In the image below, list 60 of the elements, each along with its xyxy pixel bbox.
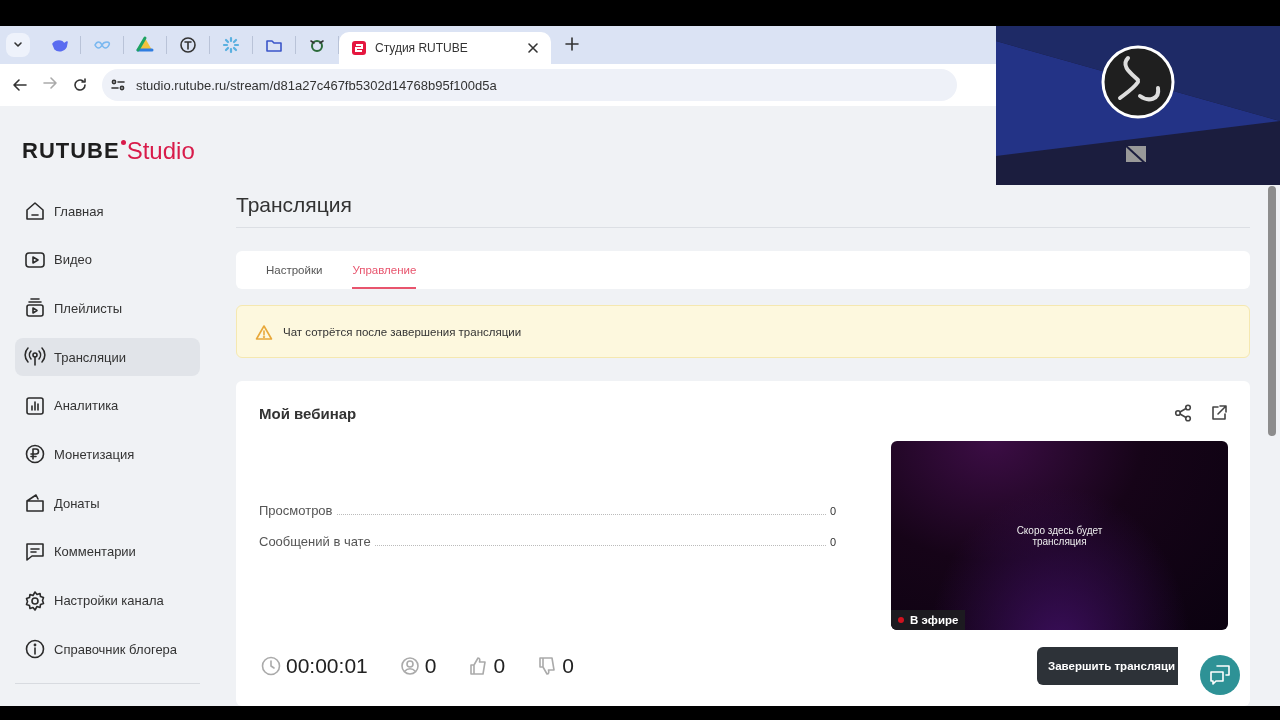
- warning-text: Чат сотрётся после завершения трансляции: [283, 325, 522, 338]
- count-text: 0: [493, 654, 506, 678]
- coin-icon: [24, 443, 46, 466]
- thumbs-up-icon: [468, 656, 489, 676]
- page-tab[interactable]: Управление: [352, 251, 417, 289]
- clock-icon: [261, 656, 281, 676]
- stream-title: Мой вебинар: [259, 404, 358, 422]
- end-stream-button[interactable]: Завершить трансляци: [1037, 647, 1178, 685]
- user-icon: [399, 656, 420, 676]
- warning-icon: [255, 323, 273, 340]
- playlist-icon: [24, 297, 46, 320]
- sidebar-item[interactable]: Справочник блогера: [15, 630, 200, 669]
- plus-icon[interactable]: [565, 37, 579, 51]
- duration-text: 00:00:01: [286, 654, 368, 678]
- chevron-down-icon: [13, 40, 23, 50]
- sidebar-item[interactable]: Видео: [15, 240, 200, 279]
- settings-icon: [24, 589, 46, 612]
- external-link-icon[interactable]: [1210, 404, 1228, 422]
- wallet-icon: [24, 492, 46, 515]
- preview-message: Скоро здесь будет трансляция: [1015, 524, 1104, 547]
- triangle-icon[interactable]: [135, 35, 155, 55]
- stat-label: Сообщений в чате: [259, 533, 371, 549]
- sidebar-item[interactable]: Плейлисты: [15, 289, 200, 328]
- broadcast-icon: [24, 346, 46, 369]
- stat-label: Просмотров: [259, 502, 333, 518]
- logo-text: Studio: [126, 138, 195, 164]
- address-bar[interactable]: studio.rutube.ru/stream/d81a27c467fb5302d14768b95f100d5a: [102, 69, 957, 101]
- sidebar-item[interactable]: Трансляции: [15, 338, 200, 377]
- chat-bubbles-icon: [1209, 664, 1231, 686]
- tab-title: Студия RUTUBE: [375, 41, 469, 55]
- logo-dot-icon: [120, 140, 126, 145]
- thumbs-down-icon: [537, 656, 558, 676]
- reload-icon[interactable]: [72, 77, 88, 93]
- circle-icon[interactable]: [178, 35, 198, 55]
- sidebar-item[interactable]: Донаты: [15, 484, 200, 523]
- back-icon[interactable]: [12, 77, 28, 93]
- sidebar-item[interactable]: Настройки канала: [15, 581, 200, 620]
- home-icon: [24, 200, 46, 222]
- sidebar-item[interactable]: Аналитика: [15, 386, 200, 425]
- sidebar-item[interactable]: Главная: [15, 192, 200, 230]
- count-text: 0: [562, 654, 574, 678]
- stat-value: 0: [829, 504, 836, 517]
- count-text: 0: [424, 654, 437, 678]
- sidebar-item[interactable]: Монетизация: [15, 435, 200, 474]
- url-text: studio.rutube.ru/stream/d81a27c467fb5302d14768b95f100d5a: [136, 77, 497, 93]
- scrollbar[interactable]: [1268, 186, 1276, 436]
- share-icon[interactable]: [1174, 404, 1192, 422]
- info-icon: [24, 638, 46, 661]
- comment-icon: [24, 540, 46, 563]
- close-icon[interactable]: [527, 42, 539, 54]
- chart-icon: [24, 394, 46, 417]
- browser-tab[interactable]: Студия RUTUBE: [339, 32, 551, 64]
- logo-text: RUTUBE: [22, 138, 120, 164]
- app-logo-icon: [351, 40, 367, 56]
- sidebar-item[interactable]: Комментарии: [15, 532, 200, 571]
- page-tab[interactable]: Настройки: [266, 251, 323, 289]
- site-settings-icon[interactable]: [110, 77, 126, 93]
- tab-list-button[interactable]: [6, 33, 30, 57]
- stat-value: 0: [829, 535, 836, 548]
- live-badge: В эфире: [891, 610, 966, 630]
